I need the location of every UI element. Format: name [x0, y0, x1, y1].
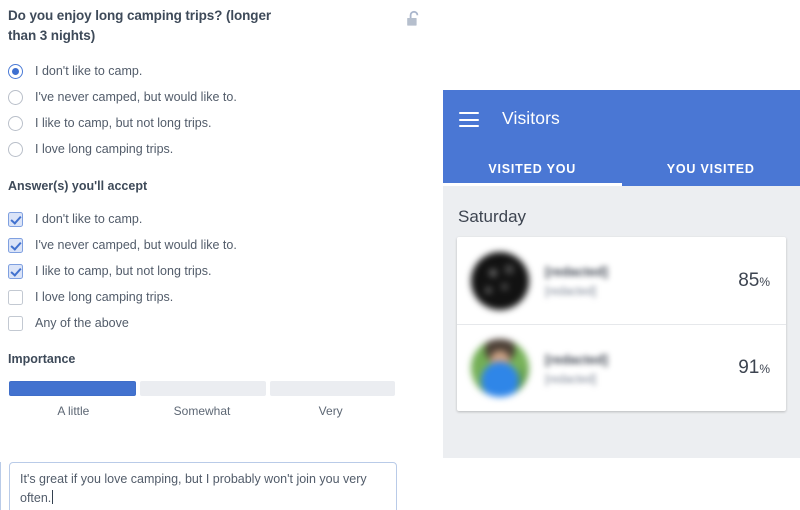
- radio-indicator[interactable]: [8, 89, 23, 105]
- checkbox-option-any[interactable]: Any of the above: [8, 310, 408, 336]
- list-item-info: [redacted] [redacted]: [545, 263, 738, 298]
- importance-slider[interactable]: [9, 381, 395, 396]
- checkbox-indicator[interactable]: [8, 289, 23, 305]
- radio-indicator[interactable]: [8, 141, 23, 157]
- radio-option-label: I love long camping trips.: [35, 142, 174, 156]
- checkbox-indicator[interactable]: [8, 263, 23, 279]
- checkbox-option[interactable]: I love long camping trips.: [8, 284, 408, 310]
- day-section-heading: Saturday: [458, 207, 527, 226]
- explanation-text: It's great if you love camping, but I pr…: [20, 472, 367, 505]
- checkbox-option-label: I like to camp, but not long trips.: [35, 264, 212, 278]
- importance-segment-very[interactable]: [269, 381, 395, 396]
- visitor-name: [redacted]: [545, 264, 608, 279]
- match-percent-value: 91: [738, 357, 760, 378]
- accepted-answers-checkbox-group[interactable]: I don't like to camp. I've never camped,…: [8, 206, 408, 336]
- match-percent-badge: 85%: [738, 270, 770, 292]
- radio-option[interactable]: I love long camping trips.: [8, 136, 408, 162]
- percent-symbol: %: [759, 362, 770, 376]
- list-item-info: [redacted] [redacted]: [545, 351, 738, 386]
- importance-label-somewhat[interactable]: Somewhat: [138, 404, 267, 418]
- visitors-app-panel: Visitors VISITED YOU YOU VISITED Saturda…: [443, 90, 800, 458]
- match-percent-badge: 91%: [738, 357, 770, 379]
- percent-symbol: %: [759, 274, 770, 289]
- visitor-meta: [redacted]: [545, 286, 597, 298]
- visitor-name: [redacted]: [545, 351, 608, 367]
- radio-option-label: I don't like to camp.: [35, 64, 143, 78]
- checkbox-option-label: I've never camped, but would like to.: [35, 238, 237, 252]
- match-percent-value: 85: [738, 269, 760, 291]
- checkbox-indicator[interactable]: [8, 315, 23, 331]
- radio-option[interactable]: I like to camp, but not long trips.: [8, 110, 408, 136]
- hamburger-menu-icon[interactable]: [459, 112, 479, 127]
- avatar[interactable]: [471, 251, 529, 310]
- checkbox-indicator[interactable]: [8, 237, 23, 253]
- page-title: Do you enjoy long camping trips? (longer…: [8, 8, 272, 43]
- tab-bar[interactable]: VISITED YOU YOU VISITED: [443, 151, 800, 186]
- radio-indicator[interactable]: [8, 63, 23, 79]
- radio-option-label: I've never camped, but would like to.: [35, 90, 237, 104]
- checkbox-option[interactable]: I've never camped, but would like to.: [8, 232, 408, 258]
- tab-you-visited[interactable]: YOU VISITED: [622, 151, 800, 186]
- answer-radio-group[interactable]: I don't like to camp. I've never camped,…: [8, 58, 408, 162]
- list-item[interactable]: [redacted] [redacted] 91%: [457, 324, 786, 411]
- accepted-answers-heading: Answer(s) you'll accept: [8, 179, 148, 193]
- radio-option[interactable]: I've never camped, but would like to.: [8, 84, 408, 110]
- unlocked-padlock-icon[interactable]: [406, 10, 422, 28]
- checkbox-option[interactable]: I like to camp, but not long trips.: [8, 258, 408, 284]
- avatar[interactable]: [471, 339, 529, 397]
- app-title: Visitors: [502, 108, 560, 128]
- screen-root: Do you enjoy long camping trips? (longer…: [0, 0, 800, 510]
- checkbox-option-label: Any of the above: [35, 316, 129, 330]
- visitor-meta: [redacted]: [545, 373, 597, 386]
- tab-visited-you[interactable]: VISITED YOU: [443, 151, 622, 186]
- survey-form-panel: Do you enjoy long camping trips? (longer…: [0, 0, 440, 510]
- importance-segment-somewhat[interactable]: [140, 381, 266, 396]
- visitors-list-card: [redacted] [redacted] 85% [redacted] [re…: [457, 237, 786, 411]
- importance-heading: Importance: [8, 352, 76, 366]
- list-item[interactable]: [redacted] [redacted] 85%: [457, 237, 786, 324]
- radio-option-label: I like to camp, but not long trips.: [35, 116, 212, 130]
- radio-indicator[interactable]: [8, 115, 23, 131]
- importance-segment-a-little[interactable]: [9, 381, 137, 396]
- checkbox-option-label: I love long camping trips.: [35, 290, 174, 304]
- app-bar: Visitors: [443, 90, 800, 151]
- checkbox-indicator[interactable]: [8, 211, 23, 227]
- importance-slider-labels: A little Somewhat Very: [9, 404, 395, 418]
- active-tab-indicator: [443, 183, 622, 186]
- importance-label-a-little[interactable]: A little: [9, 404, 138, 418]
- divider: [0, 462, 1, 510]
- radio-option[interactable]: I don't like to camp.: [8, 58, 408, 84]
- checkbox-option[interactable]: I don't like to camp.: [8, 206, 408, 232]
- importance-label-very[interactable]: Very: [266, 404, 395, 418]
- explanation-textarea[interactable]: It's great if you love camping, but I pr…: [9, 462, 397, 510]
- text-caret: [52, 490, 54, 504]
- checkbox-option-label: I don't like to camp.: [35, 212, 143, 226]
